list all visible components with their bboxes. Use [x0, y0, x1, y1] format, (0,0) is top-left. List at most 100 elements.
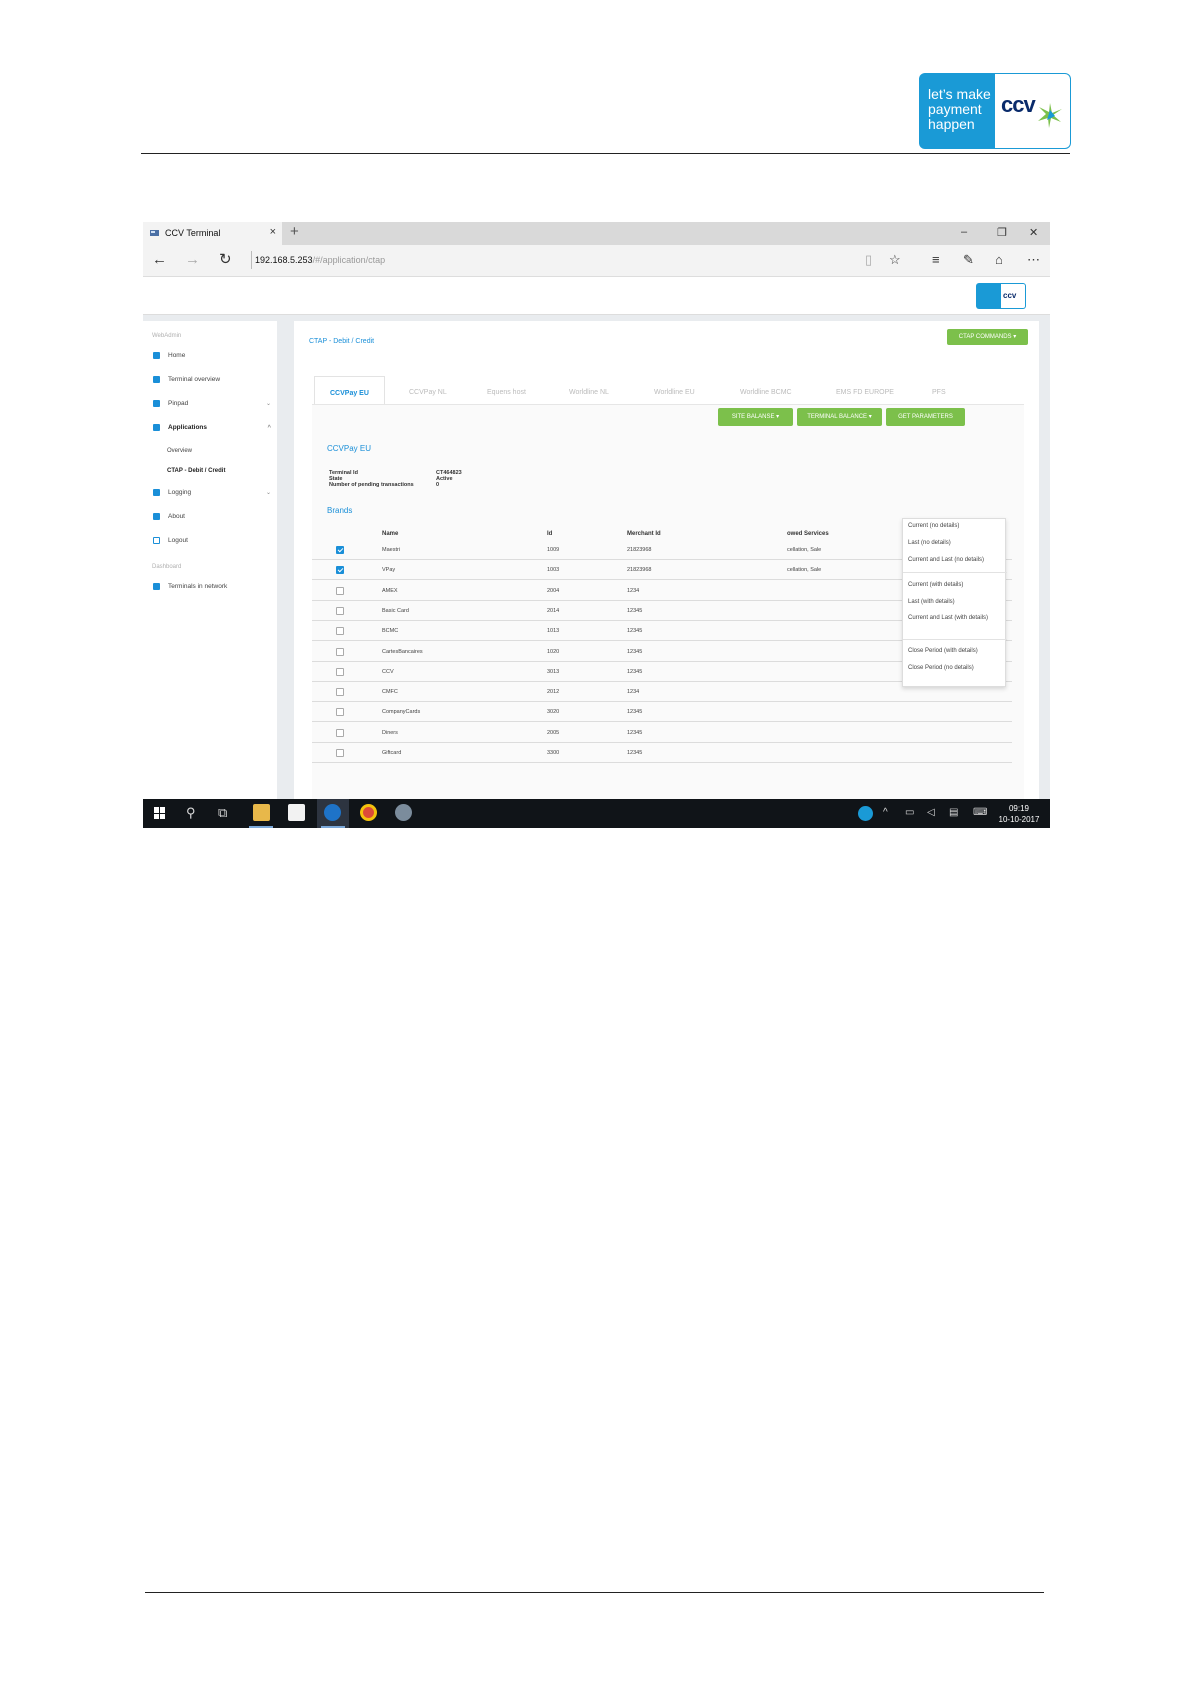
refresh-icon[interactable]: ↻ [219, 252, 232, 268]
dropdown-item[interactable]: Last (no details) [908, 540, 1004, 547]
sidebar-item-about[interactable]: About [153, 513, 271, 520]
dropdown-divider [903, 572, 1007, 573]
brand-checkbox[interactable] [336, 546, 344, 554]
merchant-id-cell: 12345 [627, 729, 643, 736]
merchant-id-cell: 21823968 [627, 547, 652, 553]
sidebar-item-label: About [168, 513, 185, 520]
dropdown-item[interactable]: Current and Last (with details) [908, 615, 1004, 622]
sidebar-section-dashboard: Dashboard [152, 564, 182, 570]
tab-ccvpay-nl[interactable]: CCVPay NL [409, 376, 447, 404]
file-explorer-icon[interactable] [253, 804, 270, 821]
dropdown-item[interactable]: Current (with details) [908, 582, 1004, 589]
volume-icon[interactable]: ◁ [927, 807, 935, 818]
column-header-merchant-id[interactable]: Merchant Id [627, 531, 661, 537]
sidebar-item-terminal-overview[interactable]: Terminal overview [153, 376, 271, 383]
sidebar-subitem-ctap[interactable]: CTAP - Debit / Credit [167, 468, 225, 474]
brand-name-cell: CartesBancaires [382, 648, 423, 655]
allowed-services-cell: cellation, Sale [787, 567, 822, 574]
column-header-allowed-services[interactable]: owed Services [787, 531, 829, 537]
terminal-info-values: CT464823 Active 0 [436, 470, 462, 488]
terminal-balance-button[interactable]: TERMINAL BALANCE ▾ [797, 408, 882, 426]
sidebar: WebAdmin Home Terminal overview Pinpad ⌄… [143, 321, 277, 799]
site-balance-button[interactable]: SITE BALANSE ▾ [718, 408, 793, 426]
keyboard-icon[interactable]: ⌨ [973, 807, 987, 818]
app-logo-tag [976, 283, 1001, 309]
dropdown-item[interactable]: Close Period (with details) [908, 648, 1004, 655]
sidebar-item-home[interactable]: Home [153, 352, 271, 359]
sidebar-item-logging[interactable]: Logging ⌄ [153, 489, 271, 496]
network-icon[interactable]: ▤ [949, 807, 958, 818]
forward-arrow-icon[interactable]: → [185, 252, 200, 268]
app-header: ccv [143, 277, 1050, 315]
share-icon[interactable]: ⌂ [995, 253, 1003, 267]
restore-button[interactable]: ❐ [997, 226, 1007, 239]
clock-date: 10-10-2017 [998, 815, 1040, 824]
sidebar-item-logout[interactable]: Logout [153, 537, 271, 544]
url-host: 192.168.5.253 [255, 255, 313, 265]
ccv-logo: let’s make payment happen ccv [919, 73, 1071, 149]
web-note-icon[interactable]: ✎ [963, 253, 974, 267]
get-parameters-button[interactable]: GET PARAMETERS [886, 408, 965, 426]
paint-icon[interactable] [395, 804, 412, 821]
browser-tab[interactable]: CCV Terminal × [143, 222, 282, 245]
windows-taskbar: ⚲ ⧉ ^ ▭ ◁ ▤ ⌨ 09:19 10-10-2017 [143, 799, 1050, 828]
close-tab-icon[interactable]: × [270, 226, 276, 238]
brand-checkbox[interactable] [336, 586, 344, 595]
brand-checkbox[interactable] [336, 566, 344, 575]
column-header-name[interactable]: Name [382, 531, 398, 537]
help-icon[interactable] [858, 806, 873, 821]
sidebar-item-pinpad[interactable]: Pinpad ⌄ [153, 400, 271, 407]
address-bar[interactable]: 192.168.5.253/#/application/ctap [255, 255, 385, 265]
more-icon[interactable]: ⋯ [1027, 253, 1040, 267]
logo-brand-text: ccv [1001, 92, 1036, 117]
minimize-button[interactable]: – [961, 226, 967, 238]
favorite-star-icon[interactable]: ☆ [889, 253, 901, 267]
chrome-icon[interactable] [360, 804, 377, 821]
tab-worldline-eu[interactable]: Worldline EU [654, 376, 695, 404]
tab-ems-fd-europe[interactable]: EMS FD EUROPE [836, 376, 894, 404]
brand-checkbox[interactable] [336, 708, 344, 717]
sidebar-item-applications[interactable]: Applications ^ [153, 424, 271, 431]
brand-checkbox[interactable] [336, 627, 344, 636]
dropdown-item[interactable]: Last (with details) [908, 599, 1004, 606]
ctap-commands-button[interactable]: CTAP COMMANDS ▾ [947, 329, 1028, 345]
brand-checkbox[interactable] [336, 606, 344, 615]
search-icon[interactable]: ⚲ [186, 806, 196, 820]
dropdown-divider [903, 639, 1007, 640]
logo-tagline: let’s make payment happen [919, 73, 995, 149]
brand-checkbox[interactable] [336, 647, 344, 656]
brand-checkbox[interactable] [336, 688, 344, 697]
new-tab-button[interactable]: + [290, 223, 299, 240]
brands-title: Brands [327, 506, 353, 515]
breadcrumb[interactable]: CTAP - Debit / Credit [309, 338, 374, 345]
brand-name-cell: BCMC [382, 628, 399, 635]
back-arrow-icon[interactable]: ← [152, 252, 167, 268]
windows-start-icon[interactable] [154, 807, 166, 819]
edge-browser-icon[interactable] [324, 804, 341, 821]
tab-pfs[interactable]: PFS [932, 376, 946, 404]
store-icon[interactable] [288, 804, 305, 821]
chevron-down-icon: ⌄ [265, 490, 271, 496]
merchant-id-cell: 12345 [627, 709, 643, 716]
tab-worldline-nl[interactable]: Worldline NL [569, 376, 609, 404]
tab-equens-host[interactable]: Equens host [487, 376, 526, 404]
chevron-up-icon[interactable]: ^ [883, 807, 888, 818]
battery-icon[interactable]: ▭ [905, 807, 914, 818]
sidebar-item-terminals-in-network[interactable]: Terminals in network [153, 583, 271, 590]
tab-worldline-bcmc[interactable]: Worldline BCMC [740, 376, 792, 404]
sidebar-subitem-overview[interactable]: Overview [167, 448, 192, 454]
reading-view-icon[interactable]: ▯ [865, 253, 872, 267]
clock[interactable]: 09:19 10-10-2017 [993, 803, 1045, 825]
dropdown-item[interactable]: Close Period (no details) [908, 665, 1004, 672]
brand-checkbox[interactable] [336, 667, 344, 676]
hub-icon[interactable]: ≡ [932, 253, 940, 267]
tab-ccvpay-eu[interactable]: CCVPay EU [314, 376, 385, 404]
dropdown-item[interactable]: Current (no details) [908, 523, 1004, 530]
column-header-id[interactable]: Id [547, 531, 552, 537]
task-view-icon[interactable]: ⧉ [218, 806, 227, 820]
dropdown-item[interactable]: Current and Last (no details) [908, 557, 1004, 564]
close-window-button[interactable]: ✕ [1029, 226, 1038, 239]
brand-checkbox[interactable] [336, 728, 344, 737]
brand-id-cell: 1003 [547, 567, 560, 574]
brand-checkbox[interactable] [336, 749, 344, 757]
